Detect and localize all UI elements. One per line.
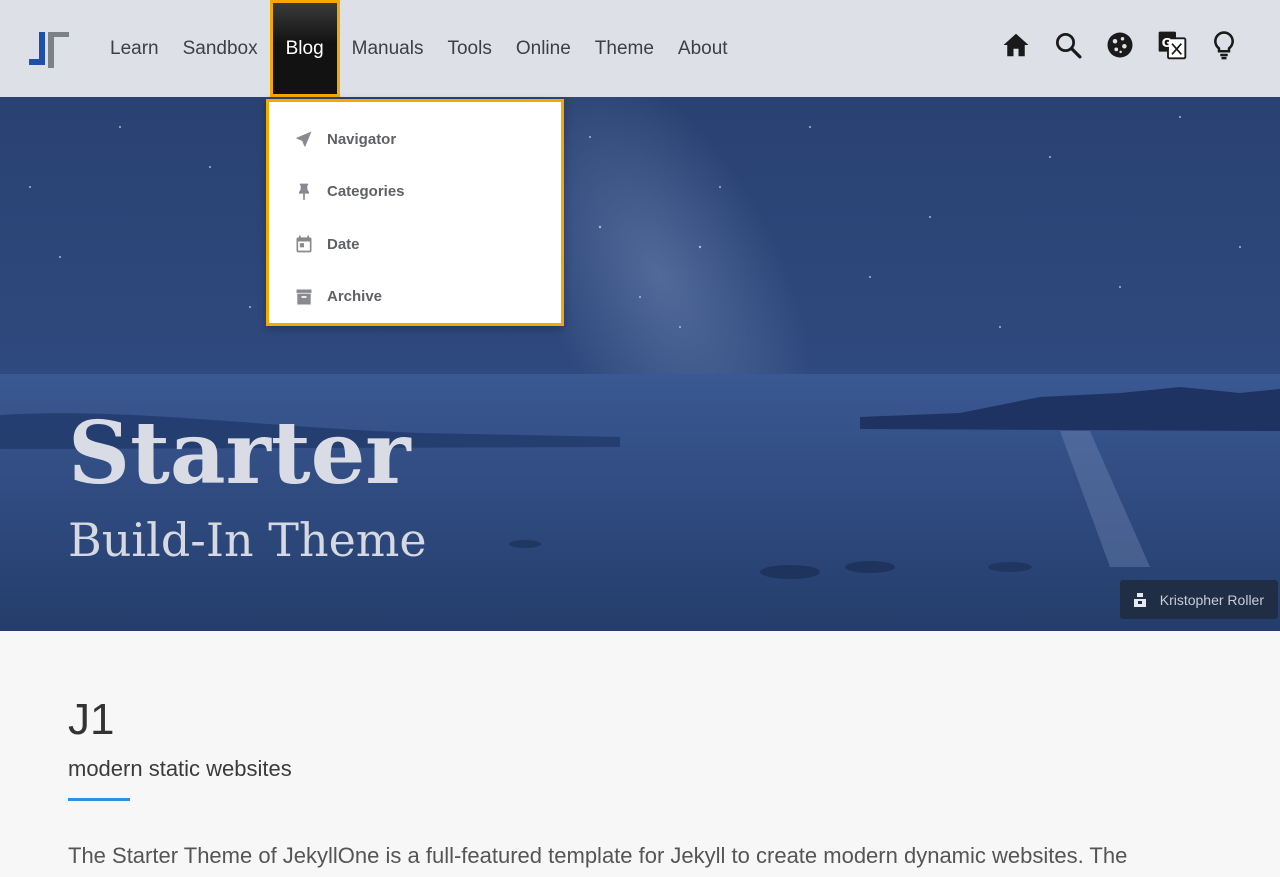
search-icon[interactable] [1052,28,1084,62]
dropdown-item-date[interactable]: Date [269,218,561,271]
top-navbar: Learn Sandbox Blog Manuals Tools Online … [0,0,1280,97]
blog-dropdown-menu: Navigator Categories Date Archive [266,99,564,326]
camera-icon [1133,592,1146,607]
j1-logo[interactable] [27,28,71,70]
dropdown-item-label: Date [327,235,360,253]
nav-sandbox[interactable]: Sandbox [171,0,270,97]
pin-icon [299,183,309,201]
nav-about[interactable]: About [666,0,740,97]
svg-text:G: G [1162,36,1172,50]
nav-tools[interactable]: Tools [435,0,503,97]
hero-banner: Starter Build-In Theme Kristopher Roller [0,97,1280,631]
dropdown-item-label: Categories [327,183,405,201]
archive-icon [296,289,312,305]
nav-theme[interactable]: Theme [583,0,666,97]
translate-icon[interactable]: G [1156,28,1188,62]
dropdown-item-categories[interactable]: Categories [269,166,561,219]
cookie-icon[interactable] [1104,28,1136,62]
nav-blog[interactable]: Blog [269,0,340,97]
photo-credit-badge[interactable]: Kristopher Roller [1119,580,1278,619]
lightbulb-icon[interactable] [1208,28,1240,62]
nav-quicklinks: G [1000,28,1240,62]
dropdown-item-archive[interactable]: Archive [269,271,561,324]
calendar-icon [296,235,312,253]
nav-learn[interactable]: Learn [98,0,171,97]
page-subtitle: modern static websites [68,756,292,781]
title-divider [68,798,130,801]
dropdown-item-label: Archive [327,288,383,306]
nav-online[interactable]: Online [504,0,583,97]
nav-manuals[interactable]: Manuals [340,0,436,97]
dropdown-item-navigator[interactable]: Navigator [269,113,561,166]
navigation-arrow-icon [296,131,312,147]
intro-paragraph: The Starter Theme of JekyllOne is a full… [68,843,1128,868]
home-icon[interactable] [1000,28,1032,62]
photo-credit-name: Kristopher Roller [1159,591,1264,608]
hero-subtitle: Build-In Theme [68,513,427,567]
dropdown-item-label: Navigator [327,130,397,148]
main-menu: Learn Sandbox Blog Manuals Tools Online … [98,0,740,97]
hero-title: Starter [68,403,411,504]
page-title: J1 [68,695,115,744]
